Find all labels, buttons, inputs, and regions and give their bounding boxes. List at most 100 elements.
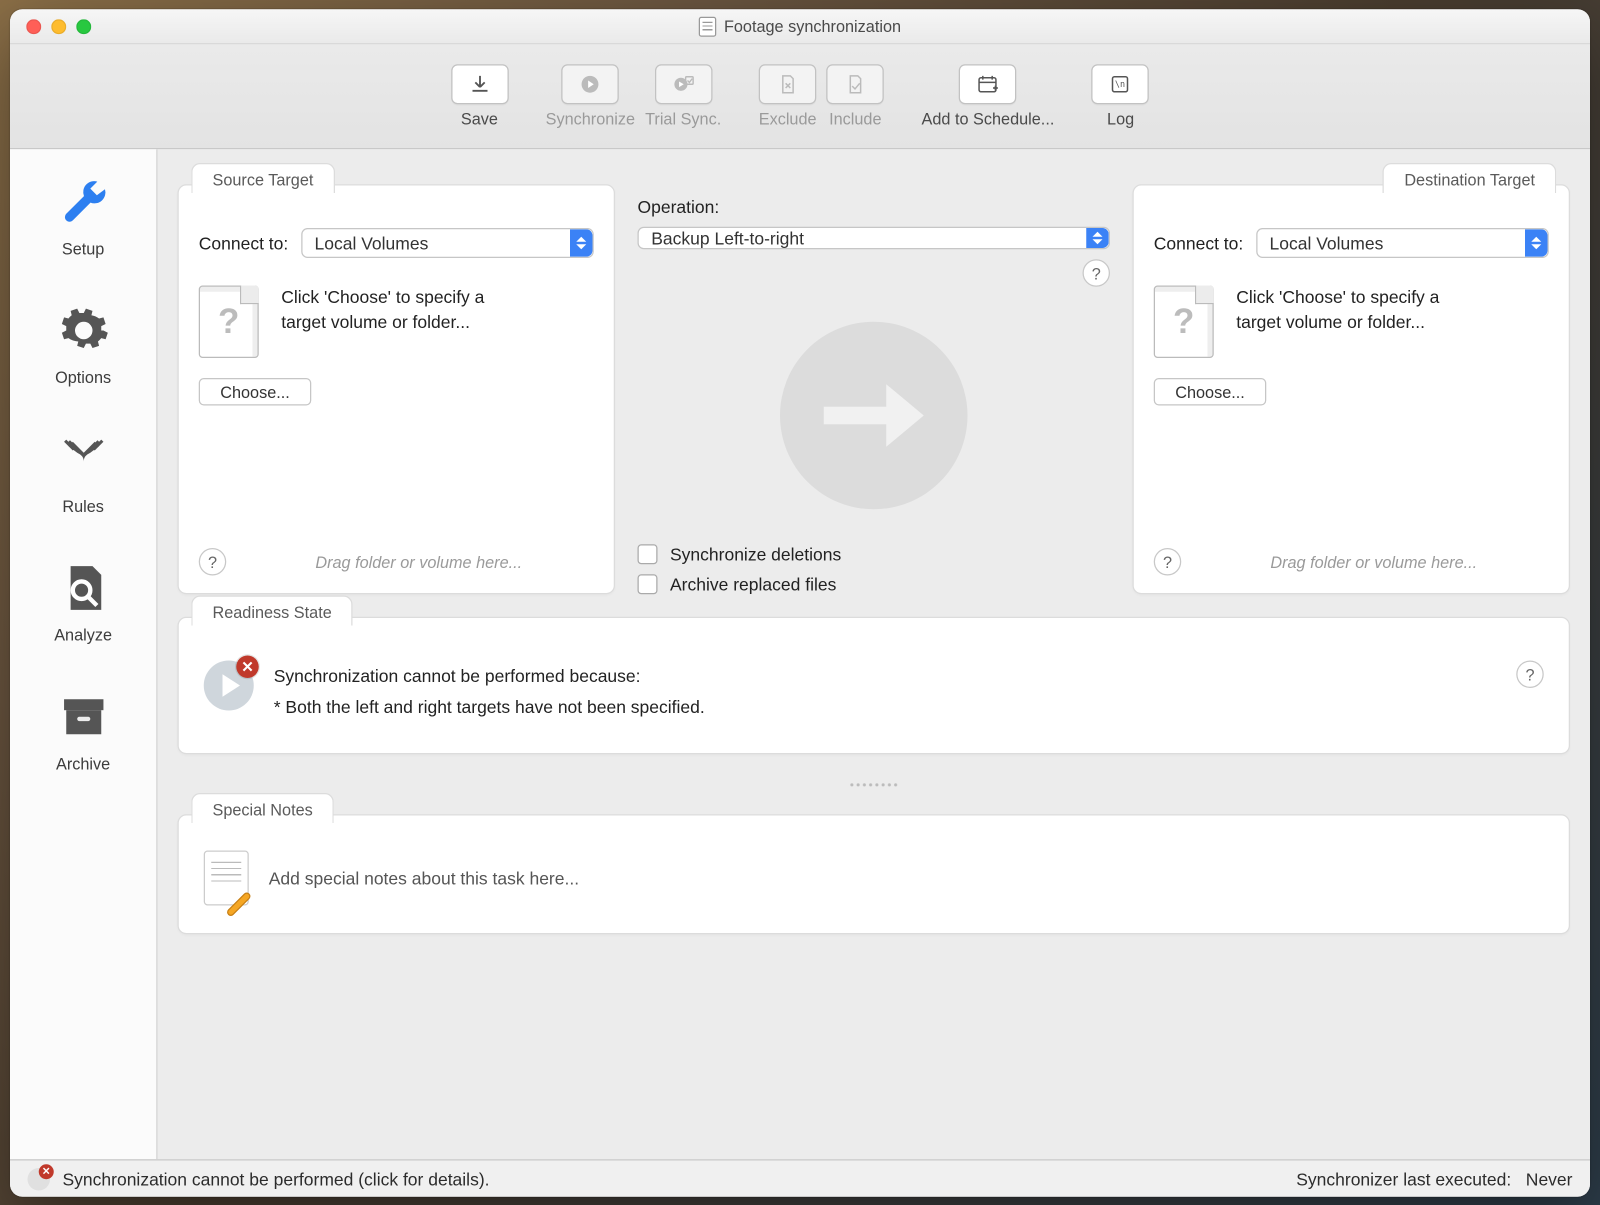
sidebar-item-archive[interactable]: Archive	[56, 689, 111, 773]
download-icon	[468, 73, 491, 96]
main-panel: Source Target Connect to: Local Volumes …	[158, 149, 1591, 1159]
archive-icon	[56, 689, 111, 744]
status-right-value: Never	[1526, 1168, 1573, 1188]
select-arrows-icon	[570, 229, 593, 257]
status-error-icon: ✕	[28, 1167, 51, 1190]
operation-column: Operation: Backup Left-to-right ? Synchr…	[638, 184, 1111, 594]
toolbar: Save Synchronize Trial Sync.	[10, 44, 1590, 149]
save-button[interactable]	[451, 64, 509, 104]
trial-sync-button[interactable]	[654, 64, 712, 104]
calendar-plus-icon	[977, 73, 1000, 96]
select-arrows-icon	[1086, 228, 1109, 248]
sync-deletions-checkbox[interactable]	[638, 544, 658, 564]
destination-hint-text: Click 'Choose' to specify a target volum…	[1236, 285, 1461, 334]
source-connect-select[interactable]: Local Volumes	[301, 228, 594, 258]
log-button[interactable]: \n	[1092, 64, 1150, 104]
sync-deletions-label: Synchronize deletions	[670, 544, 841, 564]
destination-choose-button[interactable]: Choose...	[1154, 378, 1267, 406]
window-title-text: Footage synchronization	[724, 16, 901, 35]
operation-label: Operation:	[638, 196, 1111, 216]
sidebar-item-rules[interactable]: Rules	[56, 431, 111, 515]
add-schedule-label: Add to Schedule...	[922, 109, 1055, 128]
status-right-label: Synchronizer last executed:	[1296, 1168, 1511, 1188]
direction-arrow-icon	[780, 321, 968, 509]
source-choose-button[interactable]: Choose...	[199, 378, 312, 406]
source-target-panel: Source Target Connect to: Local Volumes …	[178, 184, 616, 594]
readiness-text: Synchronization cannot be performed beca…	[274, 660, 1497, 723]
sidebar-item-setup[interactable]: Setup	[56, 174, 111, 258]
status-left[interactable]: ✕ Synchronization cannot be performed (c…	[28, 1167, 490, 1190]
archive-replaced-label: Archive replaced files	[670, 574, 836, 594]
file-check-icon	[844, 73, 867, 96]
sidebar: Setup Options Rules Analyze	[10, 149, 158, 1159]
source-target-tab: Source Target	[191, 163, 334, 193]
sidebar-archive-label: Archive	[56, 754, 110, 773]
notes-tab: Special Notes	[191, 793, 334, 823]
file-x-icon	[776, 73, 799, 96]
status-message: Synchronization cannot be performed (cli…	[63, 1168, 490, 1188]
operation-value: Backup Left-to-right	[651, 228, 804, 248]
operation-select[interactable]: Backup Left-to-right	[638, 226, 1111, 249]
sidebar-item-analyze[interactable]: Analyze	[54, 560, 112, 644]
notes-panel: Special Notes Add special notes about th…	[178, 814, 1571, 934]
log-icon: \n	[1109, 73, 1132, 96]
unknown-file-icon: ?	[1154, 285, 1214, 358]
exclude-button[interactable]	[759, 64, 817, 104]
source-hint-text: Click 'Choose' to specify a target volum…	[281, 285, 506, 334]
destination-help-button[interactable]: ?	[1154, 548, 1182, 576]
play-error-icon: ✕	[204, 660, 254, 710]
sidebar-rules-label: Rules	[62, 496, 104, 515]
gear-icon	[56, 303, 111, 358]
svg-text:\n: \n	[1116, 79, 1126, 89]
synchronize-label: Synchronize	[546, 109, 635, 128]
sidebar-setup-label: Setup	[62, 239, 104, 258]
sidebar-options-label: Options	[55, 368, 111, 387]
sidebar-item-options[interactable]: Options	[55, 303, 111, 387]
notes-icon	[204, 850, 249, 905]
readiness-panel: Readiness State ✕ Synchronization cannot…	[178, 616, 1571, 754]
sidebar-analyze-label: Analyze	[54, 625, 112, 644]
play-circle-icon	[579, 73, 602, 96]
readiness-tab: Readiness State	[191, 595, 353, 625]
exclude-label: Exclude	[759, 109, 817, 128]
synchronize-button[interactable]	[562, 64, 620, 104]
app-window: Footage synchronization Save Synchronize	[10, 9, 1590, 1197]
operation-help-button[interactable]: ?	[1083, 259, 1111, 287]
destination-target-panel: Destination Target Connect to: Local Vol…	[1133, 184, 1571, 594]
wrench-icon	[56, 174, 111, 229]
trial-sync-label: Trial Sync.	[645, 109, 721, 128]
resize-grip[interactable]	[178, 777, 1571, 792]
destination-connect-label: Connect to:	[1154, 233, 1244, 253]
analyze-icon	[56, 560, 111, 615]
log-label: Log	[1107, 109, 1134, 128]
readiness-line1: Synchronization cannot be performed beca…	[274, 660, 1497, 691]
add-schedule-button[interactable]	[959, 64, 1017, 104]
status-right: Synchronizer last executed: Never	[1296, 1168, 1572, 1188]
document-icon	[699, 16, 717, 36]
branch-icon	[56, 431, 111, 486]
save-label: Save	[461, 109, 498, 128]
targets-row: Source Target Connect to: Local Volumes …	[178, 184, 1571, 594]
readiness-line2: * Both the left and right targets have n…	[274, 691, 1497, 722]
source-drag-hint: Drag folder or volume here...	[244, 552, 594, 571]
status-bar: ✕ Synchronization cannot be performed (c…	[10, 1159, 1590, 1197]
unknown-file-icon: ?	[199, 285, 259, 358]
play-check-icon	[672, 73, 695, 96]
destination-drag-hint: Drag folder or volume here...	[1199, 552, 1549, 571]
source-connect-value: Local Volumes	[315, 233, 429, 253]
destination-connect-select[interactable]: Local Volumes	[1256, 228, 1549, 258]
source-help-button[interactable]: ?	[199, 548, 227, 576]
titlebar: Footage synchronization	[10, 9, 1590, 44]
include-label: Include	[829, 109, 881, 128]
source-connect-label: Connect to:	[199, 233, 289, 253]
content-area: Setup Options Rules Analyze	[10, 149, 1590, 1159]
window-title: Footage synchronization	[10, 16, 1590, 36]
include-button[interactable]	[827, 64, 885, 104]
readiness-help-button[interactable]: ?	[1516, 660, 1544, 688]
destination-connect-value: Local Volumes	[1270, 233, 1384, 253]
error-badge-icon: ✕	[236, 655, 259, 678]
select-arrows-icon	[1525, 229, 1548, 257]
notes-placeholder[interactable]: Add special notes about this task here..…	[269, 868, 579, 888]
destination-target-tab: Destination Target	[1383, 163, 1556, 193]
archive-replaced-checkbox[interactable]	[638, 574, 658, 594]
